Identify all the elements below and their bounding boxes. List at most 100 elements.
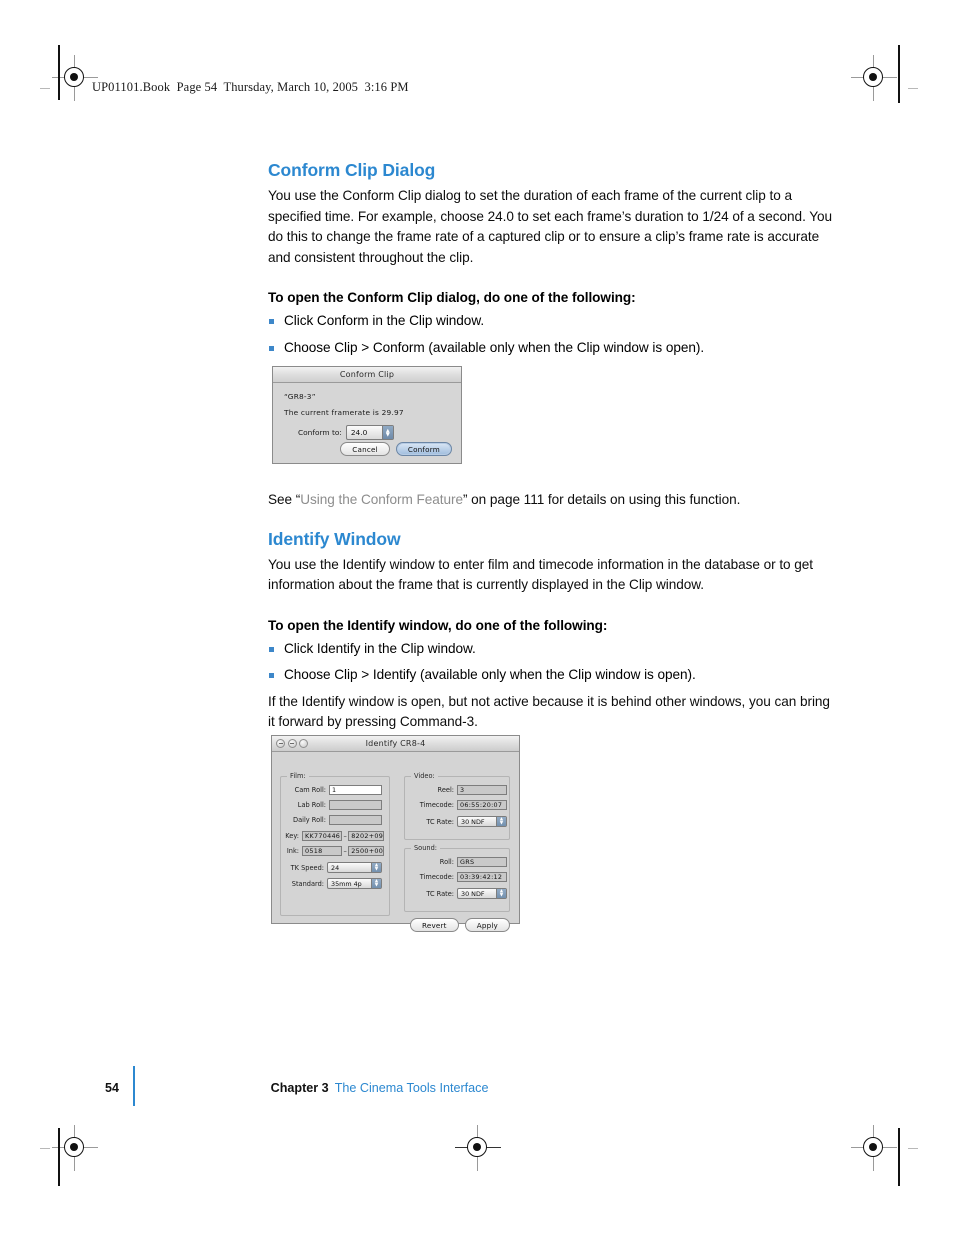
conform-to-row: Conform to: 24.0 ▲ ▼ — [284, 425, 450, 440]
daily-roll-row: Daily Roll: — [282, 815, 382, 825]
list-item: Click Identify in the Clip window. — [268, 639, 834, 660]
conform-dialog-body: “GR8-3” The current framerate is 29.97 C… — [273, 383, 461, 440]
reg-dot — [70, 73, 78, 81]
trim-tick-left-bottom — [40, 1148, 50, 1149]
close-icon[interactable] — [276, 739, 285, 748]
registration-mark-bottom-center — [455, 1125, 501, 1171]
bullet-square-icon — [269, 318, 274, 324]
list-item-label: Click Conform in the Clip window. — [284, 312, 485, 328]
lab-roll-field[interactable] — [329, 800, 382, 810]
video-group-label: Video: — [411, 772, 438, 780]
page-title-conform-clip-dialog: Conform Clip Dialog — [268, 160, 436, 180]
identify-window-title: Identify CR8-4 — [365, 739, 426, 748]
see-also-prefix: See “ — [268, 492, 301, 508]
trim-line-right-top — [898, 45, 900, 103]
conform-to-label: Conform to: — [298, 428, 342, 437]
sound-roll-field[interactable]: GRS — [457, 857, 507, 867]
sound-tc-rate-row: TC Rate: 30 NDF ▲ ▼ — [408, 888, 507, 899]
list-item-label: Choose Clip > Identify (available only w… — [284, 667, 696, 683]
key-suffix-field[interactable]: 8202+09 — [348, 831, 385, 841]
ink-label: Ink: — [286, 847, 299, 855]
trim-line-left-top — [58, 45, 60, 100]
identify-window-titlebar: Identify CR8-4 — [272, 736, 519, 752]
video-tc-rate-row: TC Rate: 30 NDF ▲ ▼ — [408, 816, 507, 827]
reel-label: Reel: — [437, 786, 454, 794]
conform-clip-dialog-figure: Conform Clip “GR8-3” The current framera… — [272, 366, 462, 464]
key-dash-separator: – — [343, 832, 347, 840]
video-tc-rate-select[interactable]: 30 NDF ▲ ▼ — [457, 816, 507, 827]
tk-speed-row: TK Speed: 24 ▲ ▼ — [282, 862, 382, 873]
page-footer: 54 Chapter 3 The Cinema Tools Interface — [105, 1066, 489, 1106]
sound-group-label: Sound: — [411, 844, 440, 852]
trim-line-right-bottom — [898, 1128, 900, 1186]
reel-field[interactable]: 3 — [457, 785, 507, 795]
tk-speed-select[interactable]: 24 ▲ ▼ — [327, 862, 382, 873]
list-item: Choose Clip > Identify (available only w… — [268, 665, 834, 686]
zoom-icon[interactable] — [299, 739, 308, 748]
standard-row: Standard: 35mm 4p ▲ ▼ — [282, 878, 382, 889]
sound-tc-rate-select[interactable]: 30 NDF ▲ ▼ — [457, 888, 507, 899]
cam-roll-field[interactable]: 1 — [329, 785, 382, 795]
window-controls — [276, 739, 308, 748]
sound-timecode-row: Timecode: 03:39:42:12 — [408, 872, 507, 882]
cam-roll-row: Cam Roll: 1 — [282, 785, 382, 795]
stepper-arrows-icon: ▲ ▼ — [496, 817, 506, 826]
see-also-link[interactable]: Using the Conform Feature — [300, 492, 463, 507]
bullet-square-icon — [269, 345, 274, 351]
conform-intro-paragraph: You use the Conform Clip dialog to set t… — [268, 188, 833, 265]
sound-tc-rate-label: TC Rate: — [426, 889, 454, 898]
conform-steps-list: Click Conform in the Clip window. Choose… — [268, 311, 834, 358]
video-timecode-field[interactable]: 06:55:20:07 — [457, 800, 507, 810]
key-row: Key: KK770446 – 8202+09 — [282, 831, 385, 841]
video-tc-rate-label: TC Rate: — [426, 817, 454, 826]
standard-label: Standard: — [291, 879, 324, 888]
list-item-label: Click Identify in the Clip window. — [284, 640, 476, 656]
video-timecode-row: Timecode: 06:55:20:07 — [408, 800, 507, 810]
sound-timecode-field[interactable]: 03:39:42:12 — [457, 872, 507, 882]
page-number: 54 — [105, 1081, 119, 1095]
standard-select[interactable]: 35mm 4p ▲ ▼ — [327, 878, 382, 889]
identify-window-body: Film: Cam Roll: 1 Lab Roll: Daily Roll: … — [272, 752, 519, 939]
sound-timecode-label: Timecode: — [419, 873, 454, 881]
list-item: Click Conform in the Clip window. — [268, 311, 834, 332]
trim-tick-right-bottom — [908, 1148, 918, 1149]
key-label: Key: — [285, 832, 299, 840]
trim-tick-left-top — [40, 88, 50, 89]
conform-button[interactable]: Conform — [395, 442, 452, 456]
cancel-button[interactable]: Cancel — [340, 442, 390, 456]
conform-dialog-buttons: Cancel Conform — [340, 442, 452, 456]
conform-to-select[interactable]: 24.0 ▲ ▼ — [345, 425, 394, 440]
film-group-label: Film: — [287, 772, 309, 780]
stepper-arrows-icon: ▲ ▼ — [371, 879, 381, 888]
revert-button[interactable]: Revert — [409, 918, 459, 932]
lab-roll-label: Lab Roll: — [297, 801, 326, 809]
ink-suffix-field[interactable]: 2500+00 — [348, 846, 385, 856]
daily-roll-field[interactable] — [329, 815, 382, 825]
sound-tc-rate-value: 30 NDF — [461, 889, 485, 898]
video-timecode-label: Timecode: — [419, 801, 454, 809]
stepper-arrows-icon: ▲ ▼ — [496, 889, 506, 898]
reel-row: Reel: 3 — [408, 785, 507, 795]
footer-divider — [133, 1066, 135, 1106]
bullet-square-icon — [269, 673, 274, 679]
sound-roll-label: Roll: — [439, 858, 454, 866]
footer-chapter-number: Chapter 3 — [270, 1081, 329, 1095]
trim-tick-right-top — [908, 88, 918, 89]
daily-roll-label: Daily Roll: — [293, 816, 326, 824]
key-prefix-field[interactable]: KK770446 — [302, 831, 342, 841]
conform-framerate-text: The current framerate is 29.97 — [284, 408, 404, 417]
page-title-identify-window: Identify Window — [268, 528, 401, 549]
footer-chapter-info: Chapter 3 The Cinema Tools Interface — [271, 1081, 489, 1095]
registration-mark-top-right — [851, 55, 897, 101]
standard-value: 35mm 4p — [331, 879, 362, 888]
ink-dash-separator: – — [343, 847, 347, 855]
bullet-square-icon — [269, 646, 274, 652]
trim-line-left-bottom — [58, 1128, 60, 1186]
identify-window-figure: Identify CR8-4 Film: Cam Roll: 1 Lab Rol… — [271, 735, 520, 932]
apply-button[interactable]: Apply — [464, 918, 510, 932]
minimize-icon[interactable] — [287, 739, 297, 748]
sound-roll-row: Roll: GRS — [408, 857, 507, 867]
ink-prefix-field[interactable]: 0518 — [302, 846, 342, 856]
list-item: Choose Clip > Conform (available only wh… — [268, 338, 834, 359]
